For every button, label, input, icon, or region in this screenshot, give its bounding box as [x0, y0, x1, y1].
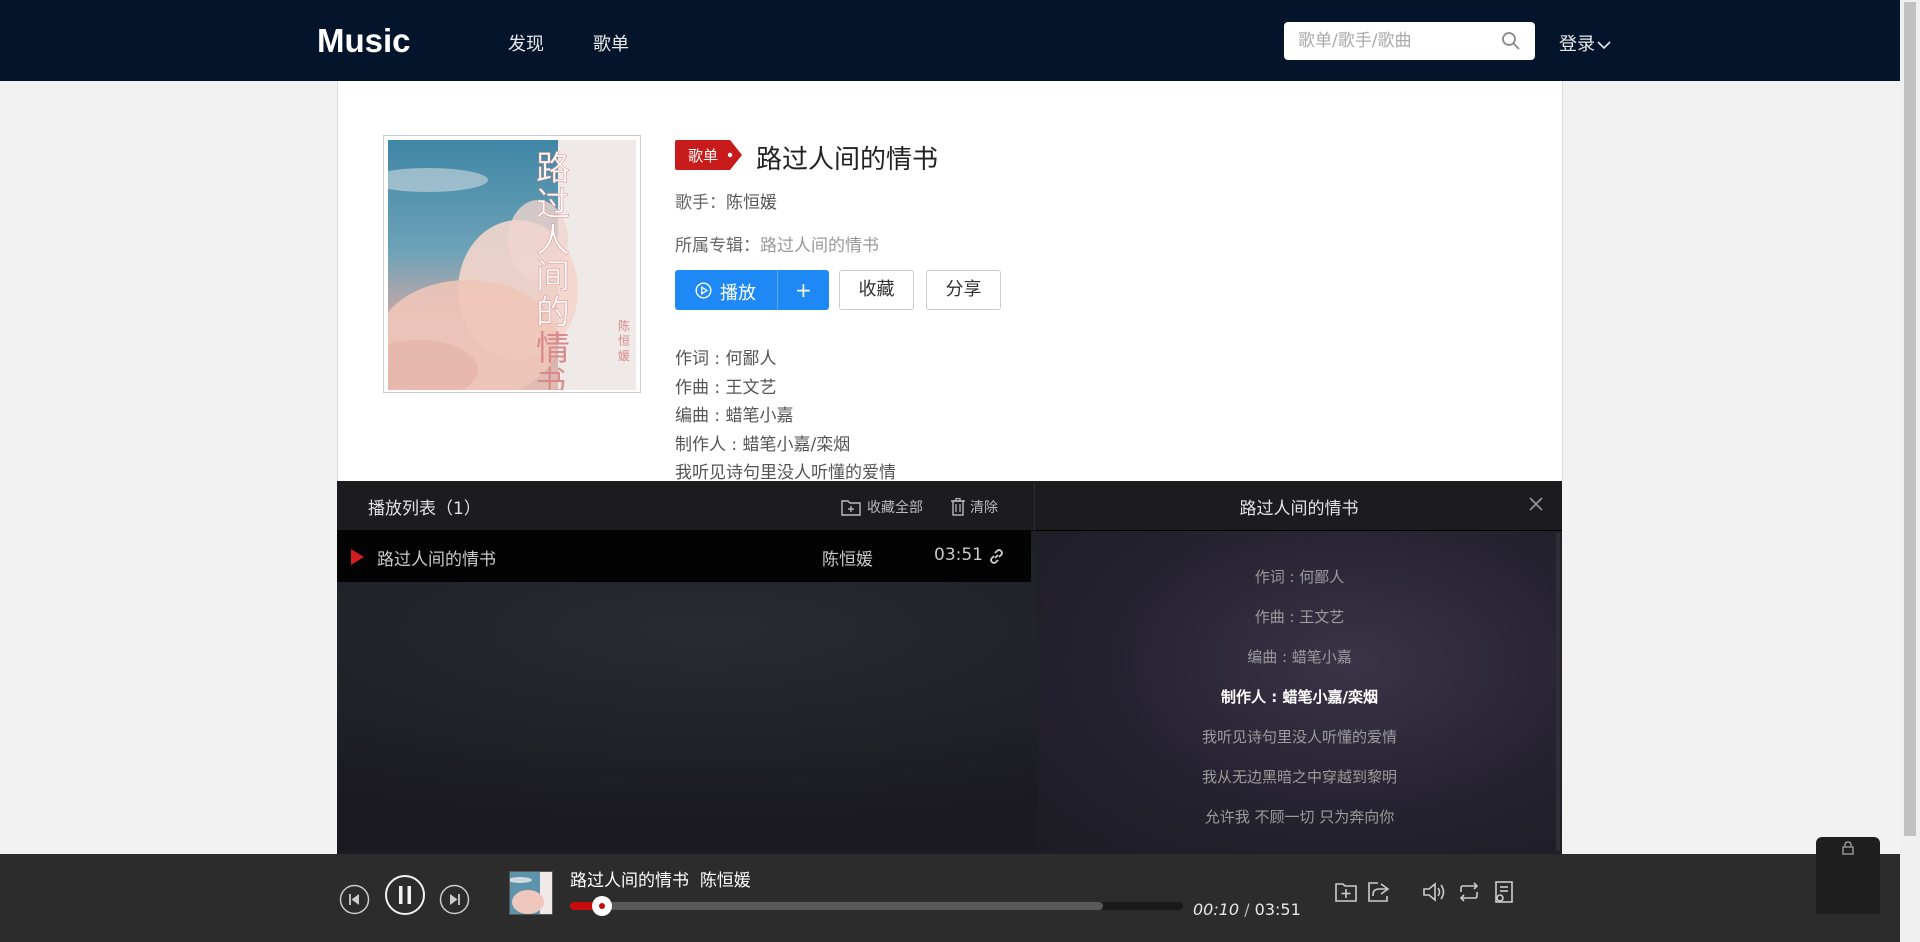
playlist-title: 播放列表（1） [368, 499, 481, 519]
playlist-panel: 播放列表（1） 收藏全部 清除 路过人间的情书 路过人间的情书 陈恒媛 03:5… [337, 481, 1562, 854]
chevron-down-icon [1597, 41, 1611, 50]
lyric-preview-line: 作曲 : 王文艺 [675, 378, 777, 398]
svg-text:人: 人 [536, 221, 570, 261]
clear-label: 清除 [970, 500, 998, 516]
singer-label: 歌手： [675, 193, 726, 213]
playlist-row[interactable]: 路过人间的情书 陈恒媛 03:51 [337, 530, 1031, 582]
svg-text:陈: 陈 [618, 318, 630, 333]
pause-icon[interactable] [384, 874, 426, 916]
now-playing-icon [351, 549, 364, 565]
progress-knob[interactable] [592, 896, 613, 916]
lyric-line: 允许我 不顾一切 只为奔向你 [1204, 808, 1395, 826]
play-button[interactable]: 播放 [675, 270, 777, 310]
svg-text:过: 过 [536, 185, 570, 225]
row-artist[interactable]: 陈恒媛 [822, 545, 873, 570]
current-time: 00:10 [1193, 900, 1240, 919]
now-playing-title[interactable]: 路过人间的情书 [570, 871, 689, 891]
now-playing-artist[interactable]: 陈恒媛 [700, 871, 751, 891]
collect-button[interactable]: 收藏 [839, 270, 914, 310]
player-bar: 路过人间的情书 陈恒媛 00:10 / 03:51 [0, 854, 1900, 942]
trash-icon [951, 497, 965, 516]
svg-text:恒: 恒 [618, 334, 630, 348]
add-to-playlist-button[interactable]: + [795, 278, 812, 302]
lyric-line: 作词 : 何鄙人 [1254, 568, 1345, 586]
lyrics-scrollbar[interactable] [1556, 533, 1560, 851]
album-label: 所属专辑： [675, 236, 760, 256]
clear-button[interactable]: 清除 [950, 497, 998, 517]
top-navbar: Music 发现 歌单 登录 [0, 0, 1900, 81]
playlist-icon[interactable] [1491, 879, 1517, 905]
player-lock-tab[interactable] [1816, 837, 1880, 914]
link-icon[interactable] [988, 548, 1005, 565]
svg-text:情: 情 [536, 329, 570, 369]
album-row: 所属专辑：路过人间的情书 [675, 231, 879, 256]
lyric-line: 我听见诗句里没人听懂的爱情 [1201, 728, 1397, 746]
progress-bar[interactable] [570, 896, 1183, 916]
folder-add-icon[interactable] [1333, 879, 1359, 905]
time-separator: / [1239, 900, 1255, 919]
repeat-icon[interactable] [1456, 879, 1482, 905]
close-icon[interactable] [1527, 495, 1545, 513]
lyric-preview-line: 我听见诗句里没人听懂的爱情 [675, 463, 896, 480]
lock-icon [1842, 841, 1854, 855]
lyrics-title: 路过人间的情书 [1239, 499, 1359, 519]
scrollbar-thumb[interactable] [1904, 2, 1916, 836]
lyric-preview-line: 作词 : 何鄙人 [675, 349, 777, 369]
lyric-line: 我从无边黑暗之中穿越到黎明 [1201, 768, 1397, 786]
now-playing-cover[interactable] [509, 871, 553, 915]
lyric-line: 编曲 : 蜡笔小嘉 [1247, 648, 1352, 666]
folder-add-icon [841, 500, 861, 516]
lyric-preview-line: 编曲 : 蜡笔小嘉 [675, 406, 794, 426]
next-icon[interactable] [439, 884, 470, 915]
page-scrollbar[interactable] [1900, 0, 1920, 942]
nav-discover[interactable]: 发现 [508, 30, 544, 56]
lyric-line: 作曲 : 王文艺 [1254, 608, 1345, 626]
lyric-line-current: 制作人 : 蜡笔小嘉/栾烟 [1221, 688, 1378, 706]
time-display: 00:10 / 03:51 [1193, 900, 1301, 919]
search-icon[interactable] [1501, 31, 1521, 51]
previous-icon[interactable] [339, 884, 370, 915]
play-button-group: 播放 + [675, 270, 829, 310]
progress-buffered [570, 902, 1104, 910]
play-label: 播放 [720, 283, 756, 304]
site-logo[interactable]: Music [317, 22, 411, 60]
share-button[interactable]: 分享 [926, 270, 1001, 310]
now-playing-info: 路过人间的情书 陈恒媛 [570, 866, 751, 891]
login-label: 登录 [1559, 34, 1595, 55]
row-song-name: 路过人间的情书 [377, 550, 496, 570]
svg-text:间: 间 [536, 257, 570, 297]
share-icon[interactable] [1366, 879, 1392, 905]
total-time: 03:51 [1254, 900, 1301, 919]
play-circle-icon [695, 282, 712, 299]
singer-row: 歌手：陈恒媛 [675, 188, 777, 213]
playlist-header: 播放列表（1） 收藏全部 清除 [337, 481, 1033, 531]
album-link[interactable]: 路过人间的情书 [760, 236, 879, 256]
login-menu[interactable]: 登录 [1559, 30, 1611, 56]
svg-text:的: 的 [536, 293, 570, 333]
lyric-preview-line: 制作人 : 蜡笔小嘉/栾烟 [675, 435, 851, 455]
album-cover: 路 过 人 间 的 情 书 陈 恒 媛 [383, 135, 641, 393]
search-input[interactable] [1298, 30, 1498, 52]
playlist-tag: 歌单 [675, 140, 742, 170]
search-box [1284, 22, 1535, 60]
row-duration: 03:51 [934, 545, 983, 565]
song-title: 路过人间的情书 [756, 145, 939, 175]
singer-link[interactable]: 陈恒媛 [726, 193, 777, 213]
svg-text:书: 书 [536, 365, 566, 390]
collect-all-label: 收藏全部 [867, 500, 923, 516]
lyrics-header: 路过人间的情书 [1034, 481, 1562, 531]
playlist-tag-label: 歌单 [688, 147, 719, 165]
nav-playlist[interactable]: 歌单 [593, 30, 629, 56]
svg-text:媛: 媛 [618, 349, 630, 363]
button-divider [777, 270, 778, 310]
collect-all-button[interactable]: 收藏全部 [841, 497, 923, 517]
volume-icon[interactable] [1421, 879, 1447, 905]
cover-image: 路 过 人 间 的 情 书 陈 恒 媛 [388, 140, 636, 390]
song-detail: 路 过 人 间 的 情 书 陈 恒 媛 歌单 路过人间的情书 歌手：陈恒媛 所属… [337, 81, 1563, 481]
svg-text:路: 路 [536, 149, 570, 189]
